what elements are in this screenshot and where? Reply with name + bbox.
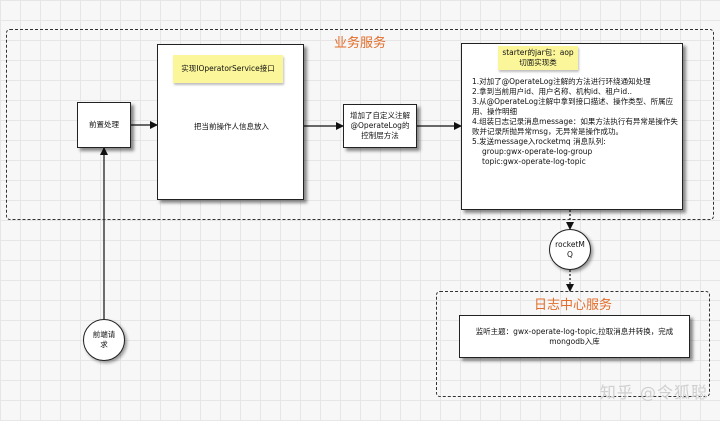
custom-annotation-box: 增加了自定义注解@OperateLog的控制层方法 (343, 104, 417, 148)
aop-step-3: 3.从@OperateLog注解中拿到接口描述、操作类型、所属应用、操作明细 (472, 97, 674, 116)
listen-topic-box: 监听主题：gwx-operate-log-topic,拉取消息并转换，完成mon… (459, 315, 690, 358)
aop-step-group: group:gwx-operate-log-group (482, 147, 593, 156)
aop-step-5: 5.发送message入rocketmq 消息队列: (472, 137, 606, 146)
business-service-title: 业务服务 (333, 36, 386, 51)
aop-step-1: 1.对加了@OperateLog注解的方法进行环绕通知处理 (472, 77, 651, 86)
frontend-request-node: 前端请求 (83, 319, 125, 361)
frontend-request-label: 前端请求 (92, 330, 116, 349)
preprocess-box: 前置处理 (77, 102, 131, 148)
rocketmq-node: rocketMQ (549, 229, 591, 270)
rocketmq-label: rocketMQ (555, 239, 585, 259)
aop-steps: 1.对加了@OperateLog注解的方法进行环绕通知处理 2.拿到当前用户id… (472, 77, 680, 205)
aop-step-2: 2.拿到当前用户id、用户名称、机构id、租户id.. (472, 87, 632, 96)
iface-sticky-note: 实现IOperatorService接口 (173, 55, 283, 83)
aop-step-4: 4.组装日志记录消息message：如果方法执行有异常是操作失败并记录所抛异常m… (472, 117, 678, 136)
watermark: 知乎 @令狐聪 (599, 383, 708, 402)
put-operator-label: 把当前操作人信息放入 (194, 122, 269, 131)
aop-step-topic: topic:gwx-operate-log-topic (482, 157, 586, 166)
aop-box: starter的jar包：aop切面实现类 1.对加了@OperateLog注解… (461, 43, 683, 210)
put-operator-box: 实现IOperatorService接口 把当前操作人信息放入 (157, 44, 304, 200)
log-center-title: 日志中心服务 (533, 298, 612, 313)
aop-sticky-note: starter的jar包：aop切面实现类 (498, 46, 578, 70)
